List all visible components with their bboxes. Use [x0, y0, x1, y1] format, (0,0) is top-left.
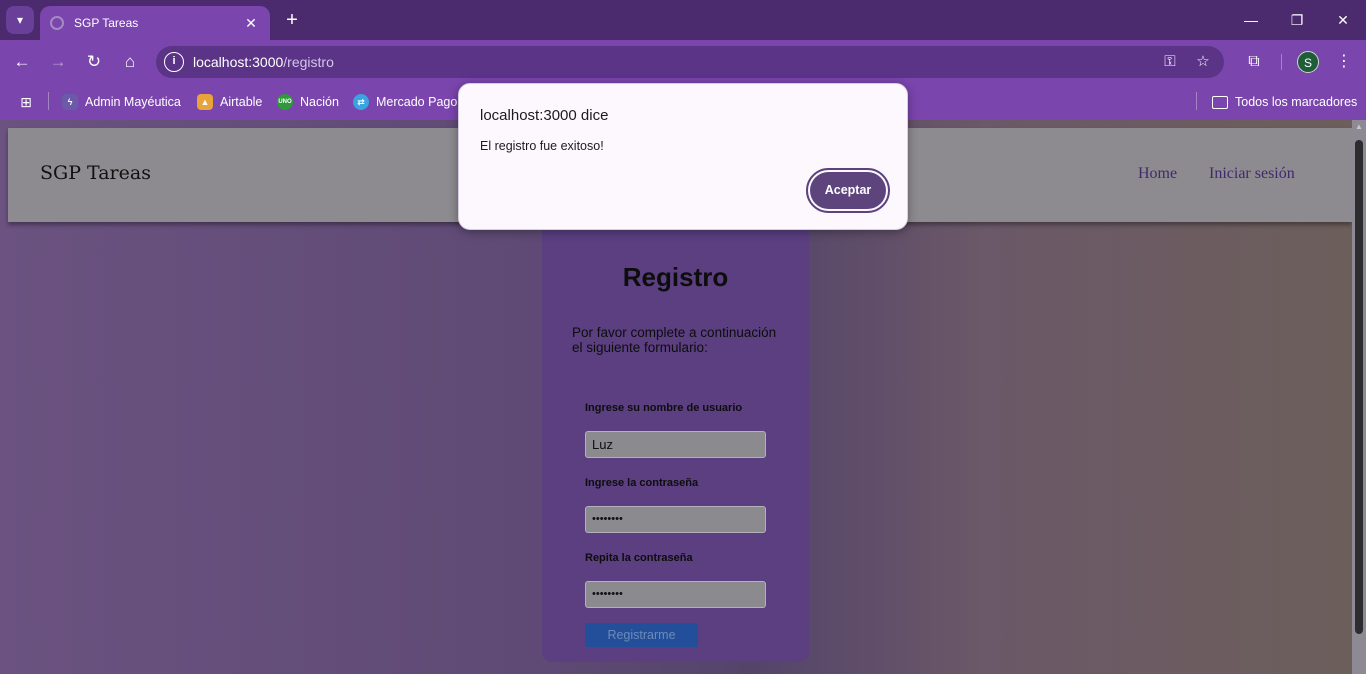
bookmark-label: Airtable — [220, 95, 263, 109]
mercadopago-icon: ⇄ — [353, 94, 369, 110]
repeat-password-label: Repita la contraseña — [585, 552, 693, 564]
dialog-message: El registro fue exitoso! — [480, 139, 604, 153]
new-tab-button[interactable]: + — [280, 9, 304, 31]
tab-search-icon[interactable]: ▾ — [6, 6, 34, 34]
tab-title: SGP Tareas — [74, 16, 139, 30]
home-icon[interactable]: ⌂ — [118, 50, 142, 74]
bookmark-mercado-pago[interactable]: ⇄ Mercado Pago — [353, 92, 457, 112]
bookmark-nacion[interactable]: UNO Nación — [277, 92, 339, 112]
bookmark-label: Nación — [300, 95, 339, 109]
url-host: localhost:3000 — [193, 54, 284, 70]
accept-button-label: Aceptar — [810, 172, 886, 209]
browser-toolbar: ← → ↻ ⌂ i localhost:3000/registro ⚿ ☆ ⧉ … — [0, 40, 1366, 84]
password-label: Ingrese la contraseña — [585, 477, 699, 489]
form-title: Registro — [622, 262, 729, 292]
url-path: /registro — [283, 54, 334, 70]
dialog-title: localhost:3000 dice — [480, 107, 609, 124]
scroll-thumb[interactable] — [1355, 140, 1363, 634]
bookmark-admin-mayeutica[interactable]: ϟ Admin Mayéutica — [62, 92, 181, 112]
toolbar-divider — [1281, 54, 1282, 70]
bookmark-label: Admin Mayéutica — [85, 95, 181, 109]
page-scrollbar[interactable]: ▲ — [1352, 120, 1366, 674]
mayeutica-icon: ϟ — [62, 94, 78, 110]
password-key-icon[interactable]: ⚿ — [1160, 52, 1180, 72]
nav-link-login[interactable]: Iniciar sesión — [1209, 165, 1295, 183]
close-window-icon[interactable]: ✕ — [1328, 8, 1358, 32]
register-form-card: Registro Por favor complete a continuaci… — [542, 230, 809, 662]
username-label: Ingrese su nombre de usuario — [585, 402, 743, 414]
register-button[interactable]: Registrarme — [585, 623, 698, 647]
username-input[interactable]: Luz — [585, 431, 766, 458]
nav-link-home[interactable]: Home — [1138, 165, 1177, 183]
bookmarks-divider — [48, 92, 49, 110]
site-brand[interactable]: SGP Tareas — [40, 162, 151, 184]
menu-kebab-icon[interactable]: ⋮ — [1332, 50, 1356, 74]
bookmark-airtable[interactable]: ▲ Airtable — [197, 92, 262, 112]
site-info-icon[interactable]: i — [164, 52, 184, 72]
address-url[interactable]: localhost:3000/registro — [193, 54, 334, 70]
password-input[interactable]: •••••••• — [585, 506, 766, 533]
reload-icon[interactable]: ↻ — [82, 50, 106, 74]
nacion-icon: UNO — [277, 94, 293, 110]
back-icon[interactable]: ← — [10, 50, 34, 74]
minimize-icon[interactable]: — — [1236, 8, 1266, 32]
address-bar[interactable]: i localhost:3000/registro ⚿ ☆ — [156, 46, 1224, 78]
extensions-icon[interactable]: ⧉ — [1242, 50, 1266, 74]
bookmarks-divider — [1196, 92, 1197, 110]
all-bookmarks[interactable]: Todos los marcadores — [1212, 92, 1357, 112]
bookmark-star-icon[interactable]: ☆ — [1193, 52, 1213, 72]
accept-button[interactable]: Aceptar — [806, 168, 890, 213]
form-description: Por favor complete a continuación el sig… — [572, 325, 777, 355]
bookmark-label: Mercado Pago — [376, 95, 458, 109]
airtable-icon: ▲ — [197, 94, 213, 110]
scroll-up-icon[interactable]: ▲ — [1352, 122, 1366, 132]
apps-grid-icon[interactable]: ⊞ — [16, 92, 36, 112]
tab-favicon-icon — [50, 16, 64, 30]
folder-icon — [1212, 95, 1228, 109]
active-tab[interactable]: SGP Tareas ✕ — [40, 6, 270, 40]
profile-avatar[interactable]: S — [1297, 51, 1319, 73]
restore-icon[interactable]: ❐ — [1282, 8, 1312, 32]
forward-icon[interactable]: → — [46, 50, 70, 74]
repeat-password-input[interactable]: •••••••• — [585, 581, 766, 608]
tab-strip: ▾ SGP Tareas ✕ + — ❐ ✕ — [0, 0, 1366, 40]
tab-close-icon[interactable]: ✕ — [242, 15, 260, 32]
all-bookmarks-label: Todos los marcadores — [1235, 95, 1358, 109]
alert-dialog: localhost:3000 dice El registro fue exit… — [458, 83, 908, 230]
